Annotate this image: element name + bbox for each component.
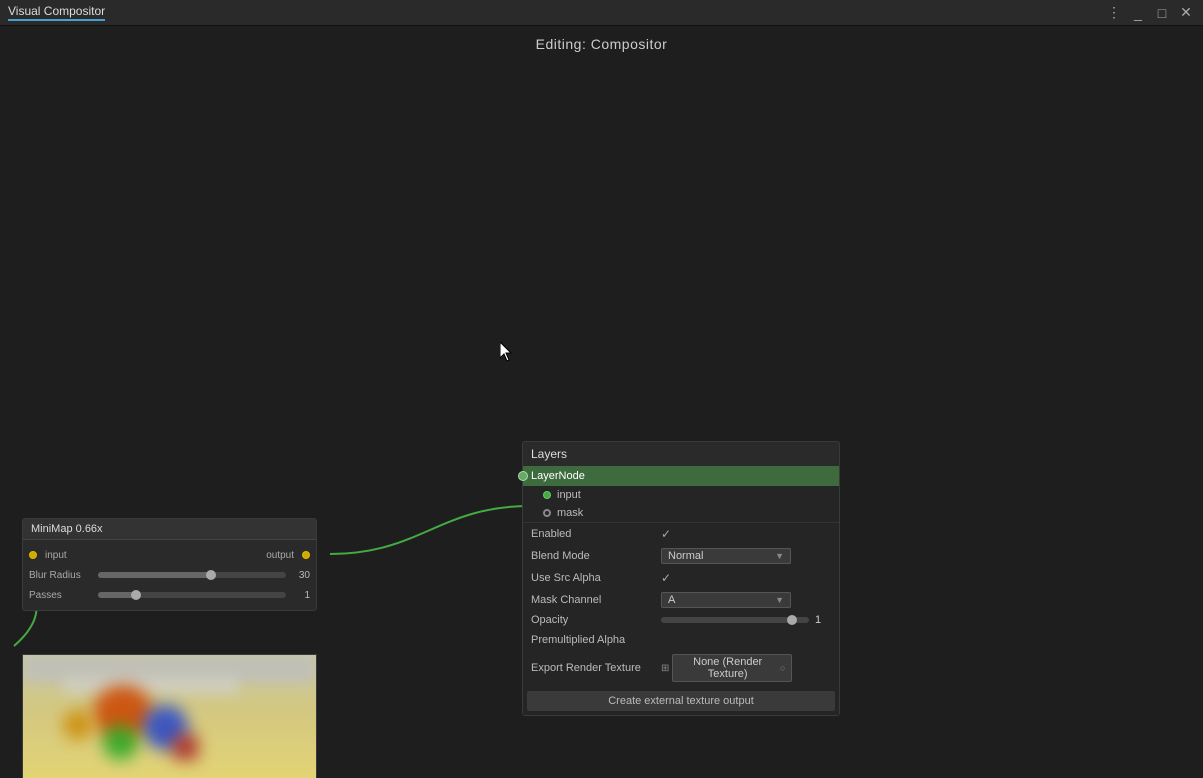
maximize-button[interactable]: □ [1153, 4, 1171, 22]
cursor [500, 342, 514, 362]
export-render-current: None (Render Texture) [679, 656, 776, 680]
minimap-node: MiniMap 0.66x input output Blur Radius 3… [22, 518, 317, 611]
minimap-input-row: input output [29, 546, 310, 564]
minimap-title: MiniMap 0.66x [31, 523, 103, 535]
blend-mode-value: Normal ▼ [661, 548, 831, 564]
layers-mask-socket[interactable] [543, 509, 551, 517]
close-button[interactable]: ✕ [1177, 4, 1195, 22]
export-render-icon: ⊞ [661, 663, 669, 674]
layers-input-label: input [557, 489, 581, 501]
mask-channel-arrow: ▼ [775, 595, 784, 605]
passes-row: Passes 1 [29, 586, 310, 604]
layers-mask-row: mask [523, 504, 839, 522]
more-button[interactable]: ⋮ [1105, 4, 1123, 22]
layer-node-row[interactable]: LayerNode [523, 466, 839, 486]
mask-channel-dropdown[interactable]: A ▼ [661, 592, 791, 608]
mask-channel-current: A [668, 594, 675, 606]
window-controls: ⋮ _ □ ✕ [1105, 4, 1195, 22]
blur-radius-slider[interactable] [98, 572, 286, 578]
export-render-row: Export Render Texture ⊞ None (Render Tex… [523, 651, 839, 685]
blend-mode-current: Normal [668, 550, 703, 562]
titlebar: Visual Compositor ⋮ _ □ ✕ [0, 0, 1203, 26]
minimize-button[interactable]: _ [1129, 4, 1147, 22]
layers-input-socket[interactable] [543, 491, 551, 499]
opacity-value: 1 [815, 614, 831, 626]
passes-label: Passes [29, 590, 94, 601]
layers-panel-title: Layers [523, 442, 839, 466]
use-src-alpha-checkmark: ✓ [661, 571, 671, 585]
export-render-dropdown[interactable]: None (Render Texture) ○ [672, 654, 792, 682]
minimap-body: input output Blur Radius 30 Passes [23, 540, 316, 610]
use-src-alpha-value: ✓ [661, 571, 831, 585]
enabled-value: ✓ [661, 527, 831, 541]
premultiplied-label: Premultiplied Alpha [531, 634, 661, 646]
blur-radius-value: 30 [290, 570, 310, 581]
layer-node-name: LayerNode [531, 470, 585, 482]
export-render-value: ⊞ None (Render Texture) ○ [661, 654, 831, 682]
premultiplied-row: Premultiplied Alpha [523, 629, 839, 651]
use-src-alpha-label: Use Src Alpha [531, 572, 661, 584]
layers-mask-label: mask [557, 507, 583, 519]
blend-mode-dropdown[interactable]: Normal ▼ [661, 548, 791, 564]
passes-value: 1 [290, 590, 310, 601]
enabled-checkmark: ✓ [661, 527, 671, 541]
app-title: Visual Compositor [8, 4, 105, 21]
canvas-area[interactable]: Editing: Compositor MiniMap 0.66x input … [0, 26, 1203, 778]
layers-panel-footer: Create external texture output [523, 685, 839, 715]
minimap-header: MiniMap 0.66x [23, 519, 316, 540]
enabled-row: Enabled ✓ [523, 523, 839, 545]
opacity-thumb [787, 615, 797, 625]
blur-radius-row: Blur Radius 30 [29, 566, 310, 584]
opacity-label: Opacity [531, 614, 661, 626]
export-render-arrow: ○ [780, 663, 785, 673]
blend-mode-row: Blend Mode Normal ▼ [523, 545, 839, 567]
output-label: output [170, 550, 299, 561]
mask-channel-row: Mask Channel A ▼ [523, 589, 839, 611]
passes-slider[interactable] [98, 592, 286, 598]
blend-mode-label: Blend Mode [531, 550, 661, 562]
use-src-alpha-row: Use Src Alpha ✓ [523, 567, 839, 589]
mask-channel-label: Mask Channel [531, 594, 661, 606]
output-socket[interactable] [302, 551, 310, 559]
editing-header: Editing: Compositor [536, 36, 668, 52]
mask-channel-value: A ▼ [661, 592, 831, 608]
opacity-slider[interactable] [661, 617, 809, 623]
create-texture-button[interactable]: Create external texture output [527, 691, 835, 711]
enabled-label: Enabled [531, 528, 661, 540]
layers-panel: Layers LayerNode input mask Enabled ✓ Bl… [522, 441, 840, 716]
input-label: input [41, 550, 170, 561]
layers-input-row: input [523, 486, 839, 504]
export-render-label: Export Render Texture [531, 662, 661, 674]
opacity-row: Opacity 1 [523, 611, 839, 629]
input-socket[interactable] [29, 551, 37, 559]
minimap-preview [22, 654, 317, 778]
blur-radius-label: Blur Radius [29, 570, 94, 581]
blend-mode-arrow: ▼ [775, 551, 784, 561]
